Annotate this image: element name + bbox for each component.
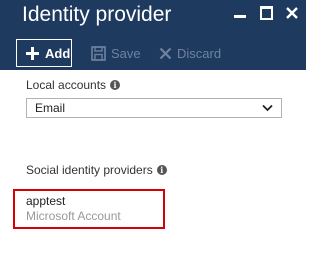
- minimize-icon: [234, 15, 246, 18]
- save-button-label: Save: [111, 45, 141, 61]
- local-accounts-label-row: Local accounts i: [26, 78, 121, 92]
- social-providers-label: Social identity providers: [26, 163, 153, 177]
- info-icon[interactable]: i: [110, 80, 121, 90]
- local-accounts-selected-value: Email: [35, 101, 66, 115]
- social-providers-label-row: Social identity providers i: [26, 163, 167, 177]
- info-icon[interactable]: i: [156, 165, 167, 175]
- discard-button-label: Discard: [177, 45, 222, 61]
- local-accounts-label: Local accounts: [26, 78, 107, 92]
- blade-header: Identity provider Add Save Discard: [0, 0, 306, 70]
- provider-type: Microsoft Account: [26, 209, 121, 223]
- provider-name: apptest: [26, 194, 66, 208]
- blade-title: Identity provider: [22, 3, 172, 26]
- list-item[interactable]: apptest Microsoft Account: [26, 194, 121, 224]
- save-icon: [91, 45, 106, 61]
- plus-icon: [26, 46, 39, 60]
- minimize-button[interactable]: [233, 4, 249, 22]
- add-button[interactable]: Add: [16, 39, 72, 67]
- chevron-down-icon: [262, 104, 273, 112]
- close-icon: [286, 7, 298, 19]
- close-button[interactable]: [285, 4, 301, 22]
- maximize-icon: [260, 6, 273, 20]
- discard-icon: [159, 47, 172, 59]
- maximize-button[interactable]: [259, 4, 275, 22]
- save-button[interactable]: Save: [91, 39, 141, 67]
- local-accounts-select[interactable]: Email: [26, 98, 282, 118]
- discard-button[interactable]: Discard: [159, 39, 221, 67]
- add-button-label: Add: [45, 45, 71, 61]
